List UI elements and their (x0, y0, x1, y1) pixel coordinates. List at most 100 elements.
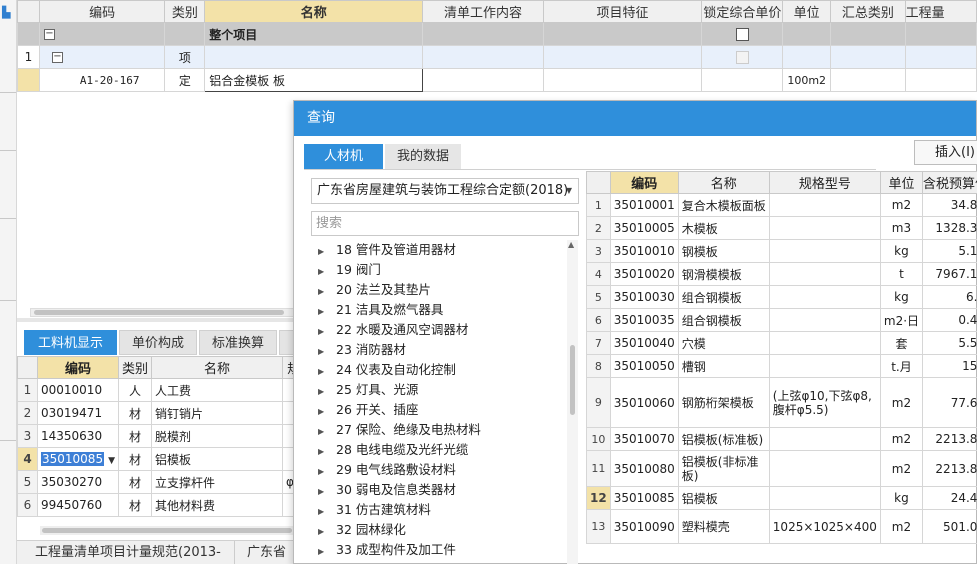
expand-arrow-icon[interactable]: ▶ (314, 522, 336, 542)
tab-material-display[interactable]: 工料机显示 (24, 330, 117, 355)
expand-arrow-icon[interactable]: ▶ (314, 262, 336, 282)
expand-arrow-icon[interactable]: ▶ (314, 442, 336, 462)
table-row[interactable]: 1135010080铝模板(非标准板)m22213.88 (586, 450, 977, 487)
tab-my-data[interactable]: 我的数据 (385, 144, 461, 170)
cell-name[interactable]: 穴模 (677, 331, 770, 355)
col-header-name[interactable]: 名称 (677, 171, 770, 194)
tree-item[interactable]: ▶ 29 电气线路敷设材料 (314, 460, 572, 480)
cell-code[interactable]: 35010010 (609, 239, 679, 263)
col-header-unit[interactable]: 单位 (782, 0, 832, 23)
col-header-lock-price[interactable]: 锁定综合单价 (701, 0, 784, 23)
cell-code[interactable]: 35010020 (609, 262, 679, 286)
table-row[interactable]: 1035010070铝模板(标准板)m22213.88 (586, 427, 977, 451)
expand-arrow-icon[interactable]: ▶ (314, 362, 336, 382)
cell-code[interactable]: 99450760 (37, 493, 119, 517)
tree-item[interactable]: ▶ 26 开关、插座 (314, 400, 572, 420)
splitter[interactable] (17, 318, 294, 322)
tree-scrollbar[interactable]: ▲ (567, 240, 578, 564)
col-header-unit[interactable]: 单位 (879, 171, 924, 194)
cell-code[interactable]: 14350630 (37, 424, 119, 448)
cell-name[interactable]: 组合钢模板 (677, 308, 770, 332)
cell-name[interactable]: 立支撑杆件 (151, 470, 283, 494)
insert-button[interactable]: 插入(I) (914, 140, 977, 165)
cell-name[interactable]: 铝合金模板 板 (204, 68, 424, 92)
cell-name[interactable]: 铝模板 (677, 486, 770, 510)
col-header-spec[interactable]: 规格型号 (768, 171, 881, 194)
quota-library-select[interactable]: 广东省房屋建筑与装饰工程综合定额(2018) ▼ (311, 178, 579, 204)
cell-code[interactable]: 00010010 (37, 378, 119, 402)
table-row[interactable]: 2 03019471 材销钉销片 (17, 401, 306, 425)
col-header-name[interactable]: 名称 (151, 356, 283, 379)
cell-name[interactable]: 钢模板 (677, 239, 770, 263)
expand-arrow-icon[interactable]: ▶ (314, 282, 336, 302)
cell-name[interactable]: 铝模板 (151, 447, 283, 471)
tree-item[interactable]: ▶ 25 灯具、光源 (314, 380, 572, 400)
expand-arrow-icon[interactable]: ▶ (314, 302, 336, 322)
col-header-quantity[interactable]: 工程量 (904, 0, 977, 23)
expand-arrow-icon[interactable]: ▶ (314, 322, 336, 342)
tab-labor-material-machine[interactable]: 人材机 (304, 144, 383, 170)
horizontal-scrollbar[interactable] (30, 308, 294, 317)
status-tab-quota[interactable]: 广东省房 (239, 541, 299, 564)
cell-name[interactable]: 钢筋桁架模板 (677, 377, 770, 428)
tree-item[interactable]: ▶ 18 管件及管道用器材 (314, 240, 572, 260)
scroll-up-icon[interactable]: ▲ (568, 240, 574, 249)
table-row-selected[interactable]: 1235010085铝模板kg24.47 (586, 486, 977, 510)
col-header-price[interactable]: 含税预算价 (922, 171, 977, 194)
tree-item[interactable]: ▶ 33 成型构件及加工件 (314, 540, 572, 560)
cell-code[interactable]: 35010030 (609, 285, 679, 309)
cell-code[interactable]: 35010070 (609, 427, 679, 451)
expand-arrow-icon[interactable]: ▶ (314, 462, 336, 482)
table-row[interactable]: 635010035组合钢模板m2·日0.41 (586, 308, 977, 332)
tree-item[interactable]: ▶ 19 阀门 (314, 260, 572, 280)
cell-code[interactable]: 35010040 (609, 331, 679, 355)
cell-code[interactable]: 35010001 (609, 193, 679, 217)
cell-code[interactable]: 35010085 (41, 452, 105, 466)
cell-name[interactable]: 槽钢 (677, 354, 770, 378)
dialog-title[interactable]: 查询 (294, 101, 976, 136)
cell-name[interactable] (204, 45, 424, 69)
expand-arrow-icon[interactable]: ▶ (314, 402, 336, 422)
table-row[interactable]: 9 35010060 钢筋桁架模板 (上弦φ10,下弦φ8,腹杆φ5.5) m2 77.6… (586, 377, 977, 428)
cell-name[interactable]: 铝模板(非标准板) (677, 450, 770, 487)
chevron-down-icon[interactable]: ▼ (566, 179, 572, 203)
tree-item[interactable]: ▶ 24 仪表及自动化控制 (314, 360, 572, 380)
table-row[interactable]: 735010040穴模套5.56 (586, 331, 977, 355)
scroll-thumb[interactable] (570, 345, 575, 415)
tab-price-composition[interactable]: 单价构成 (119, 330, 197, 355)
tree-item[interactable]: ▶ 20 法兰及其垫片 (314, 280, 572, 300)
cell-code[interactable]: 35010035 (609, 308, 679, 332)
table-row[interactable]: 235010005木模板m31328.33 (586, 216, 977, 240)
table-row[interactable]: 335010010钢模板kg5.17 (586, 239, 977, 263)
table-row[interactable]: 1 − 项 (17, 45, 977, 69)
tree-item[interactable]: ▶ 23 消防器材 (314, 340, 572, 360)
tree-item[interactable]: ▶ 22 水暖及通风空调器材 (314, 320, 572, 340)
cell-name[interactable]: 整个项目 (204, 22, 424, 46)
cell-name[interactable]: 复合木模板面板 (677, 193, 770, 217)
col-header-type[interactable]: 类别 (118, 356, 152, 379)
tree-item[interactable]: ▶ 31 仿古建筑材料 (314, 500, 572, 520)
table-row[interactable]: 6 99450760 材其他材料费 (17, 493, 306, 517)
cell-code-dropdown[interactable]: 35010085 ▼ (37, 447, 119, 471)
cell-code[interactable]: 35010090 (609, 509, 679, 544)
tree-item[interactable]: ▶ 28 电线电缆及光纤光缆 (314, 440, 572, 460)
cell-name[interactable]: 人工费 (151, 378, 283, 402)
col-header-features[interactable]: 项目特征 (542, 0, 703, 23)
tab-standard-conversion[interactable]: 标准换算 (199, 330, 277, 355)
expand-arrow-icon[interactable]: ▶ (314, 542, 336, 562)
table-row[interactable]: 3 14350630 材脱模剂 (17, 424, 306, 448)
cell-code[interactable]: 35010085 (609, 486, 679, 510)
tree-item[interactable]: ▶ 21 洁具及燃气器具 (314, 300, 572, 320)
table-row[interactable]: 535030270材立支撑杆件φ4 (17, 470, 306, 494)
cell-name[interactable]: 钢滑模模板 (677, 262, 770, 286)
expand-arrow-icon[interactable]: ▶ (314, 502, 336, 522)
cell-name[interactable]: 铝模板(标准板) (677, 427, 770, 451)
table-row[interactable]: A1-20-167 定 铝合金模板 板 100m2 (17, 68, 977, 92)
table-row-selected[interactable]: 4 35010085 ▼ 材铝模板 (17, 447, 306, 471)
col-header-code[interactable]: 编码 (609, 171, 679, 194)
cell-name[interactable]: 其他材料费 (151, 493, 283, 517)
expand-arrow-icon[interactable]: ▶ (314, 482, 336, 502)
cell-code[interactable]: 35030270 (37, 470, 119, 494)
minus-icon[interactable]: − (51, 52, 63, 63)
cell-code[interactable]: 03019471 (37, 401, 119, 425)
